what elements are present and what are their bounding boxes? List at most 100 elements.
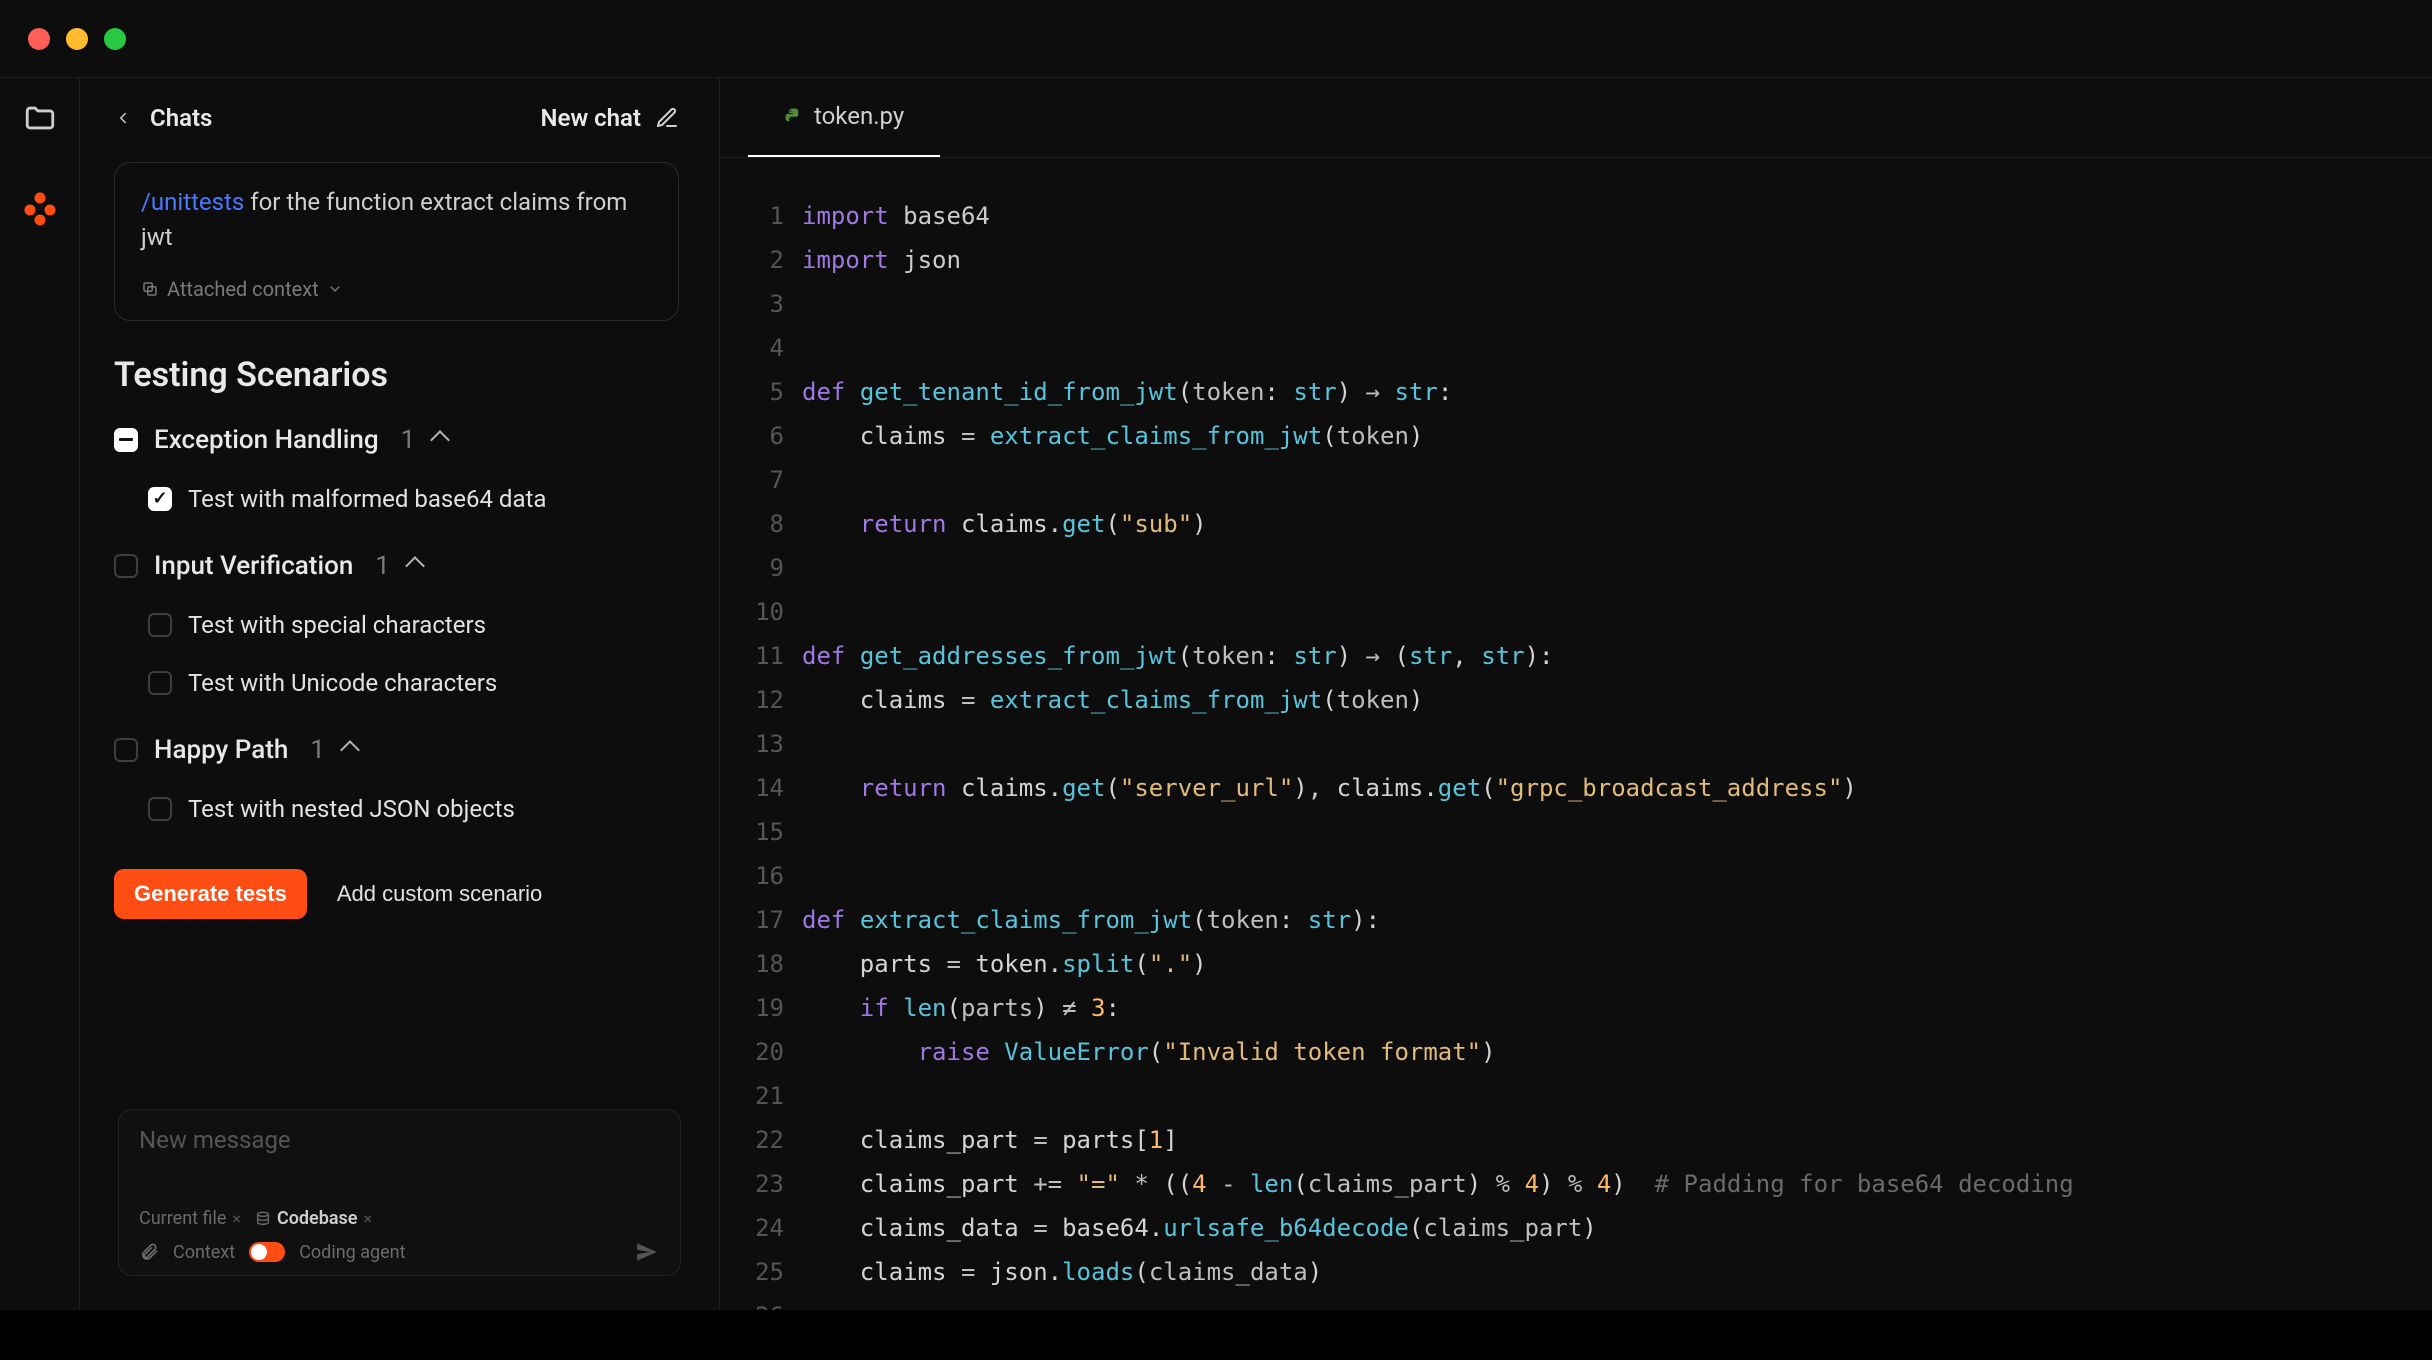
group-checkbox[interactable]: [114, 428, 138, 452]
group-checkbox[interactable]: [114, 554, 138, 578]
chevron-up-icon: [405, 556, 425, 576]
window-maximize-button[interactable]: [104, 28, 126, 50]
scenario-item[interactable]: Test with Unicode characters: [114, 669, 679, 697]
item-checkbox[interactable]: [148, 487, 172, 511]
context-label[interactable]: Context: [173, 1242, 235, 1263]
attached-label: Attached context: [167, 275, 319, 304]
code-line: 11def get_addresses_from_jwt(token: str)…: [720, 634, 2432, 678]
scenario-group[interactable]: Happy Path1: [114, 735, 679, 765]
line-number: 7: [720, 458, 802, 502]
line-number: 9: [720, 546, 802, 590]
chevron-down-icon: [327, 281, 343, 297]
line-number: 6: [720, 414, 802, 458]
code-line: 10: [720, 590, 2432, 634]
message-input[interactable]: [139, 1126, 660, 1200]
code-line: 1import base64: [720, 194, 2432, 238]
code-line: 5def get_tenant_id_from_jwt(token: str) …: [720, 370, 2432, 414]
line-number: 23: [720, 1162, 802, 1206]
sidebar: Chats New chat /unittests for the functi…: [80, 78, 720, 1310]
send-icon[interactable]: [634, 1239, 660, 1265]
item-label: Test with special characters: [188, 611, 486, 639]
group-count: 1: [310, 735, 325, 765]
activity-rail: [0, 78, 80, 1310]
line-number: 11: [720, 634, 802, 678]
code-line: 13: [720, 722, 2432, 766]
item-checkbox[interactable]: [148, 613, 172, 637]
chevron-up-icon: [340, 740, 360, 760]
window-minimize-button[interactable]: [66, 28, 88, 50]
line-number: 26: [720, 1294, 802, 1310]
code-line: 14 return claims.get("server_url"), clai…: [720, 766, 2432, 810]
paperclip-icon[interactable]: [139, 1242, 159, 1262]
item-checkbox[interactable]: [148, 797, 172, 821]
line-number: 21: [720, 1074, 802, 1118]
line-number: 1: [720, 194, 802, 238]
code-line: 18 parts = token.split("."): [720, 942, 2432, 986]
group-count: 1: [401, 425, 416, 455]
item-checkbox[interactable]: [148, 671, 172, 695]
line-number: 17: [720, 898, 802, 942]
chevron-up-icon: [430, 430, 450, 450]
file-tab[interactable]: token.py: [748, 77, 940, 157]
line-number: 20: [720, 1030, 802, 1074]
new-chat-label: New chat: [541, 104, 641, 132]
chevron-left-icon: [114, 109, 132, 127]
scenario-group[interactable]: Exception Handling 1: [114, 425, 679, 455]
context-chip-current-file[interactable]: Current file ×: [139, 1208, 241, 1229]
code-line: 17def extract_claims_from_jwt(token: str…: [720, 898, 2432, 942]
code-line: 8 return claims.get("sub"): [720, 502, 2432, 546]
item-label: Test with malformed base64 data: [188, 485, 546, 513]
remove-chip-icon[interactable]: ×: [232, 1209, 241, 1228]
code-line: 20 raise ValueError("Invalid token forma…: [720, 1030, 2432, 1074]
message-box: Current file × Codebase × Context Coding…: [118, 1109, 681, 1276]
remove-chip-icon[interactable]: ×: [363, 1209, 372, 1228]
scenario-group[interactable]: Input Verification1: [114, 551, 679, 581]
line-number: 18: [720, 942, 802, 986]
code-line: 19 if len(parts) ≠ 3:: [720, 986, 2432, 1030]
code-line: 2import json: [720, 238, 2432, 282]
line-number: 22: [720, 1118, 802, 1162]
section-title: Testing Scenarios: [114, 355, 679, 395]
line-number: 5: [720, 370, 802, 414]
code-line: 12 claims = extract_claims_from_jwt(toke…: [720, 678, 2432, 722]
line-number: 2: [720, 238, 802, 282]
scenario-item[interactable]: Test with special characters: [114, 611, 679, 639]
code-line: 22 claims_part = parts[1]: [720, 1118, 2432, 1162]
edit-icon: [655, 106, 679, 130]
file-tab-label: token.py: [814, 102, 904, 130]
add-custom-scenario-button[interactable]: Add custom scenario: [337, 881, 542, 907]
code-line: 23 claims_part += "=" * ((4 - len(claims…: [720, 1162, 2432, 1206]
line-number: 24: [720, 1206, 802, 1250]
line-number: 8: [720, 502, 802, 546]
group-checkbox[interactable]: [114, 738, 138, 762]
new-chat-button[interactable]: New chat: [541, 104, 679, 132]
code-line: 26: [720, 1294, 2432, 1310]
code-line: 4: [720, 326, 2432, 370]
group-name: Input Verification: [154, 551, 353, 581]
code-line: 7: [720, 458, 2432, 502]
code-line: 25 claims = json.loads(claims_data): [720, 1250, 2432, 1294]
agent-toggle[interactable]: [249, 1242, 285, 1262]
attached-context-toggle[interactable]: Attached context: [141, 275, 652, 304]
slash-command: /unittests: [141, 188, 244, 216]
titlebar: [0, 0, 2432, 78]
window-close-button[interactable]: [28, 28, 50, 50]
code-line: 21: [720, 1074, 2432, 1118]
database-icon: [255, 1211, 271, 1227]
line-number: 15: [720, 810, 802, 854]
back-label: Chats: [150, 104, 212, 132]
code-line: 9: [720, 546, 2432, 590]
context-chip-codebase[interactable]: Codebase ×: [255, 1208, 372, 1229]
scenario-item[interactable]: Test with malformed base64 data: [114, 485, 679, 513]
line-number: 13: [720, 722, 802, 766]
code-area[interactable]: 1import base642import json345def get_ten…: [720, 158, 2432, 1310]
group-name: Exception Handling: [154, 425, 379, 455]
item-label: Test with Unicode characters: [188, 669, 497, 697]
generate-tests-button[interactable]: Generate tests: [114, 869, 307, 919]
code-line: 24 claims_data = base64.urlsafe_b64decod…: [720, 1206, 2432, 1250]
prompt-card[interactable]: /unittests for the function extract clai…: [114, 162, 679, 321]
folder-icon[interactable]: [22, 100, 58, 136]
back-to-chats[interactable]: Chats: [114, 104, 212, 132]
scenario-item[interactable]: Test with nested JSON objects: [114, 795, 679, 823]
brand-icon[interactable]: [20, 188, 60, 228]
